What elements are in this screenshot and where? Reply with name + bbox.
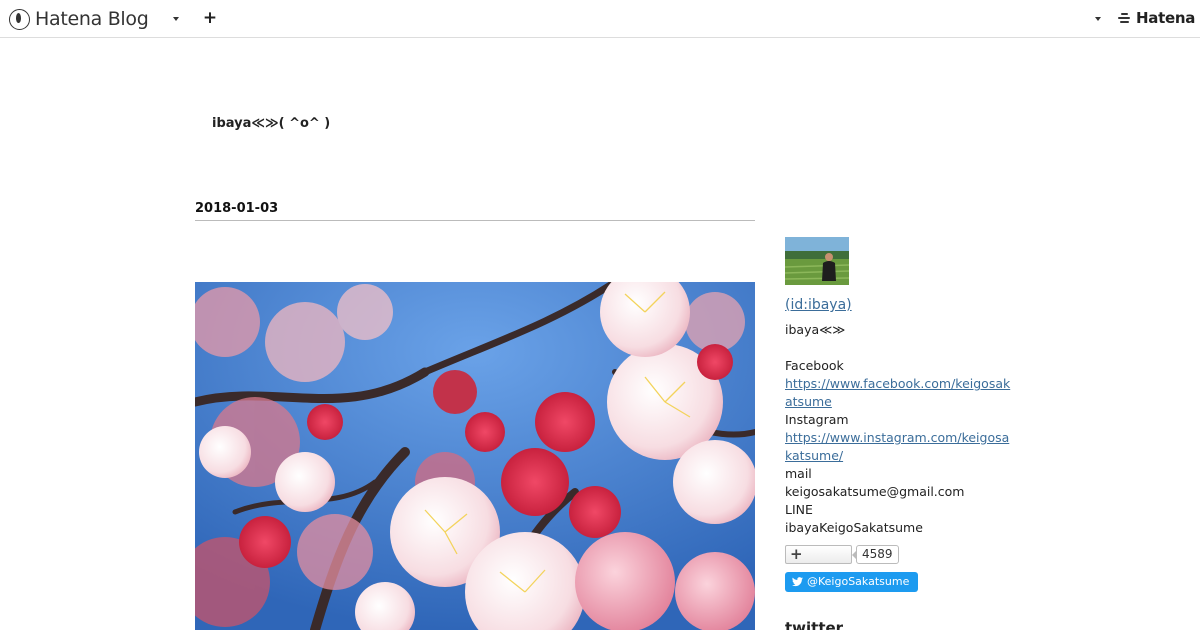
hatena-blog-home-link[interactable]: Hatena Blog bbox=[9, 6, 149, 32]
account-menu-caret-icon[interactable] bbox=[1095, 17, 1101, 21]
mail-label: mail bbox=[785, 466, 812, 481]
caret-down-icon[interactable] bbox=[173, 17, 179, 21]
twitter-follow-button[interactable]: @KeigoSakatsume bbox=[785, 572, 918, 592]
profile-id-link[interactable]: (id:ibaya) bbox=[785, 297, 852, 313]
cherry-blossom-photo bbox=[195, 282, 755, 630]
profile-avatar[interactable] bbox=[785, 237, 849, 285]
profile-name: ibaya≪≫ bbox=[785, 322, 846, 337]
hatena-blog-logo-icon bbox=[9, 8, 30, 30]
hatena-link[interactable]: Hatena bbox=[1118, 9, 1195, 27]
hatena-logo-text: Hatena bbox=[1136, 9, 1196, 27]
mail-value: keigosakatsume@gmail.com bbox=[785, 484, 965, 499]
hatena-mark-icon bbox=[1118, 12, 1133, 25]
brand-name: Hatena Blog bbox=[35, 8, 149, 30]
entry-date[interactable]: 2018-01-03 bbox=[195, 201, 278, 216]
instagram-link[interactable]: https://www.instagram.com/keigosa bbox=[785, 429, 1009, 447]
plus-icon: + bbox=[790, 545, 803, 563]
instagram-link-cont[interactable]: katsume/ bbox=[785, 447, 843, 465]
line-value: ibayaKeigoSakatsume bbox=[785, 520, 923, 535]
entry-divider bbox=[195, 220, 755, 221]
subscriber-count: 4589 bbox=[852, 545, 899, 564]
facebook-link-cont[interactable]: atsume bbox=[785, 393, 832, 411]
subscribe-button[interactable]: + bbox=[785, 545, 852, 564]
facebook-label: Facebook bbox=[785, 358, 844, 373]
twitter-bird-icon bbox=[792, 577, 803, 587]
facebook-link[interactable]: https://www.facebook.com/keigosak bbox=[785, 375, 1010, 393]
global-header: Hatena Blog + Hatena bbox=[0, 0, 1200, 38]
instagram-label: Instagram bbox=[785, 412, 849, 427]
twitter-handle: @KeigoSakatsume bbox=[807, 575, 910, 588]
twitter-section-heading: twitter bbox=[785, 619, 844, 630]
blog-title[interactable]: ibaya≪≫( ^o^ ) bbox=[212, 116, 330, 131]
plus-icon[interactable]: + bbox=[202, 9, 218, 27]
line-label: LINE bbox=[785, 502, 813, 517]
